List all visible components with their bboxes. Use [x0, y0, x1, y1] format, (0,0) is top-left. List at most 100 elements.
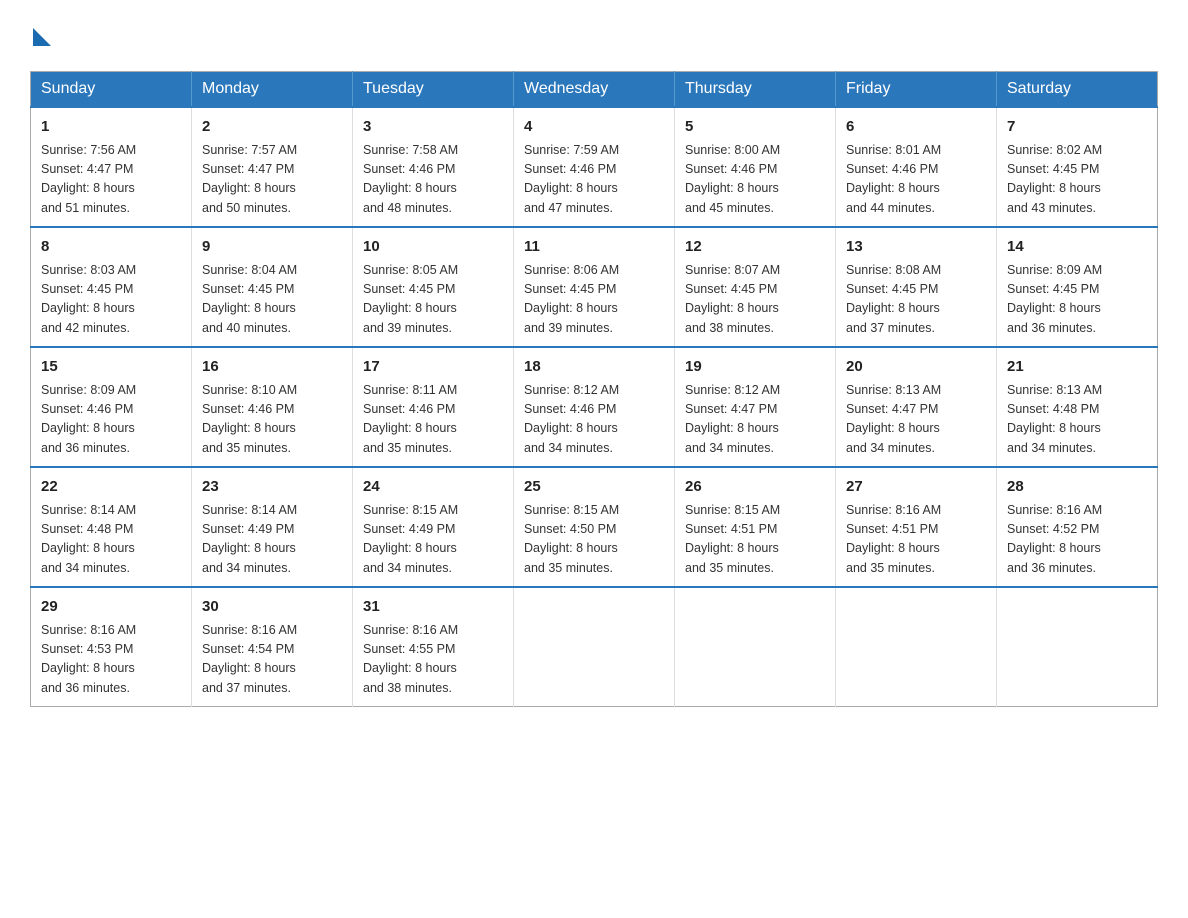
- day-info: Sunrise: 8:15 AM Sunset: 4:50 PM Dayligh…: [524, 501, 664, 579]
- day-number: 8: [41, 236, 181, 259]
- day-info: Sunrise: 8:02 AM Sunset: 4:45 PM Dayligh…: [1007, 141, 1147, 219]
- day-info: Sunrise: 8:01 AM Sunset: 4:46 PM Dayligh…: [846, 141, 986, 219]
- day-number: 16: [202, 356, 342, 379]
- day-info: Sunrise: 8:10 AM Sunset: 4:46 PM Dayligh…: [202, 381, 342, 459]
- day-number: 18: [524, 356, 664, 379]
- day-info: Sunrise: 7:56 AM Sunset: 4:47 PM Dayligh…: [41, 141, 181, 219]
- calendar-cell: 17Sunrise: 8:11 AM Sunset: 4:46 PM Dayli…: [353, 347, 514, 467]
- calendar-header-row: SundayMondayTuesdayWednesdayThursdayFrid…: [31, 72, 1158, 108]
- calendar-cell: 30Sunrise: 8:16 AM Sunset: 4:54 PM Dayli…: [192, 587, 353, 707]
- day-number: 17: [363, 356, 503, 379]
- calendar-cell: [836, 587, 997, 707]
- day-info: Sunrise: 8:03 AM Sunset: 4:45 PM Dayligh…: [41, 261, 181, 339]
- calendar-cell: 7Sunrise: 8:02 AM Sunset: 4:45 PM Daylig…: [997, 107, 1158, 227]
- calendar-cell: 14Sunrise: 8:09 AM Sunset: 4:45 PM Dayli…: [997, 227, 1158, 347]
- calendar-cell: 2Sunrise: 7:57 AM Sunset: 4:47 PM Daylig…: [192, 107, 353, 227]
- day-info: Sunrise: 8:15 AM Sunset: 4:51 PM Dayligh…: [685, 501, 825, 579]
- calendar-cell: 27Sunrise: 8:16 AM Sunset: 4:51 PM Dayli…: [836, 467, 997, 587]
- day-info: Sunrise: 8:14 AM Sunset: 4:48 PM Dayligh…: [41, 501, 181, 579]
- day-info: Sunrise: 8:09 AM Sunset: 4:46 PM Dayligh…: [41, 381, 181, 459]
- day-info: Sunrise: 8:16 AM Sunset: 4:55 PM Dayligh…: [363, 621, 503, 699]
- calendar-cell: 8Sunrise: 8:03 AM Sunset: 4:45 PM Daylig…: [31, 227, 192, 347]
- day-number: 31: [363, 596, 503, 619]
- day-number: 3: [363, 116, 503, 139]
- day-info: Sunrise: 8:14 AM Sunset: 4:49 PM Dayligh…: [202, 501, 342, 579]
- day-number: 27: [846, 476, 986, 499]
- calendar-cell: 31Sunrise: 8:16 AM Sunset: 4:55 PM Dayli…: [353, 587, 514, 707]
- day-info: Sunrise: 8:16 AM Sunset: 4:52 PM Dayligh…: [1007, 501, 1147, 579]
- day-number: 29: [41, 596, 181, 619]
- weekday-header-thursday: Thursday: [675, 72, 836, 108]
- calendar-cell: 29Sunrise: 8:16 AM Sunset: 4:53 PM Dayli…: [31, 587, 192, 707]
- calendar-cell: 25Sunrise: 8:15 AM Sunset: 4:50 PM Dayli…: [514, 467, 675, 587]
- day-number: 28: [1007, 476, 1147, 499]
- day-number: 10: [363, 236, 503, 259]
- day-info: Sunrise: 8:00 AM Sunset: 4:46 PM Dayligh…: [685, 141, 825, 219]
- calendar-table: SundayMondayTuesdayWednesdayThursdayFrid…: [30, 71, 1158, 707]
- weekday-header-saturday: Saturday: [997, 72, 1158, 108]
- day-number: 13: [846, 236, 986, 259]
- day-info: Sunrise: 8:06 AM Sunset: 4:45 PM Dayligh…: [524, 261, 664, 339]
- day-number: 5: [685, 116, 825, 139]
- day-number: 4: [524, 116, 664, 139]
- calendar-cell: 13Sunrise: 8:08 AM Sunset: 4:45 PM Dayli…: [836, 227, 997, 347]
- day-info: Sunrise: 8:12 AM Sunset: 4:47 PM Dayligh…: [685, 381, 825, 459]
- calendar-cell: 20Sunrise: 8:13 AM Sunset: 4:47 PM Dayli…: [836, 347, 997, 467]
- day-info: Sunrise: 8:11 AM Sunset: 4:46 PM Dayligh…: [363, 381, 503, 459]
- day-number: 1: [41, 116, 181, 139]
- day-number: 25: [524, 476, 664, 499]
- calendar-cell: 12Sunrise: 8:07 AM Sunset: 4:45 PM Dayli…: [675, 227, 836, 347]
- calendar-cell: 26Sunrise: 8:15 AM Sunset: 4:51 PM Dayli…: [675, 467, 836, 587]
- day-number: 26: [685, 476, 825, 499]
- day-info: Sunrise: 8:04 AM Sunset: 4:45 PM Dayligh…: [202, 261, 342, 339]
- day-number: 21: [1007, 356, 1147, 379]
- calendar-cell: 21Sunrise: 8:13 AM Sunset: 4:48 PM Dayli…: [997, 347, 1158, 467]
- day-number: 19: [685, 356, 825, 379]
- day-info: Sunrise: 8:08 AM Sunset: 4:45 PM Dayligh…: [846, 261, 986, 339]
- calendar-cell: 10Sunrise: 8:05 AM Sunset: 4:45 PM Dayli…: [353, 227, 514, 347]
- day-info: Sunrise: 7:59 AM Sunset: 4:46 PM Dayligh…: [524, 141, 664, 219]
- day-info: Sunrise: 8:13 AM Sunset: 4:48 PM Dayligh…: [1007, 381, 1147, 459]
- calendar-week-row: 15Sunrise: 8:09 AM Sunset: 4:46 PM Dayli…: [31, 347, 1158, 467]
- calendar-cell: 16Sunrise: 8:10 AM Sunset: 4:46 PM Dayli…: [192, 347, 353, 467]
- calendar-cell: 24Sunrise: 8:15 AM Sunset: 4:49 PM Dayli…: [353, 467, 514, 587]
- calendar-cell: 28Sunrise: 8:16 AM Sunset: 4:52 PM Dayli…: [997, 467, 1158, 587]
- day-info: Sunrise: 8:09 AM Sunset: 4:45 PM Dayligh…: [1007, 261, 1147, 339]
- calendar-cell: 18Sunrise: 8:12 AM Sunset: 4:46 PM Dayli…: [514, 347, 675, 467]
- weekday-header-friday: Friday: [836, 72, 997, 108]
- calendar-cell: 4Sunrise: 7:59 AM Sunset: 4:46 PM Daylig…: [514, 107, 675, 227]
- day-number: 7: [1007, 116, 1147, 139]
- day-info: Sunrise: 8:15 AM Sunset: 4:49 PM Dayligh…: [363, 501, 503, 579]
- day-info: Sunrise: 8:12 AM Sunset: 4:46 PM Dayligh…: [524, 381, 664, 459]
- logo: [30, 20, 51, 51]
- calendar-cell: 3Sunrise: 7:58 AM Sunset: 4:46 PM Daylig…: [353, 107, 514, 227]
- calendar-week-row: 8Sunrise: 8:03 AM Sunset: 4:45 PM Daylig…: [31, 227, 1158, 347]
- calendar-week-row: 22Sunrise: 8:14 AM Sunset: 4:48 PM Dayli…: [31, 467, 1158, 587]
- calendar-cell: 19Sunrise: 8:12 AM Sunset: 4:47 PM Dayli…: [675, 347, 836, 467]
- day-info: Sunrise: 8:16 AM Sunset: 4:51 PM Dayligh…: [846, 501, 986, 579]
- day-number: 22: [41, 476, 181, 499]
- day-number: 23: [202, 476, 342, 499]
- day-info: Sunrise: 8:16 AM Sunset: 4:53 PM Dayligh…: [41, 621, 181, 699]
- calendar-cell: 11Sunrise: 8:06 AM Sunset: 4:45 PM Dayli…: [514, 227, 675, 347]
- weekday-header-monday: Monday: [192, 72, 353, 108]
- calendar-week-row: 29Sunrise: 8:16 AM Sunset: 4:53 PM Dayli…: [31, 587, 1158, 707]
- calendar-cell: [514, 587, 675, 707]
- day-number: 9: [202, 236, 342, 259]
- calendar-cell: 22Sunrise: 8:14 AM Sunset: 4:48 PM Dayli…: [31, 467, 192, 587]
- day-info: Sunrise: 8:13 AM Sunset: 4:47 PM Dayligh…: [846, 381, 986, 459]
- day-number: 20: [846, 356, 986, 379]
- day-number: 30: [202, 596, 342, 619]
- day-info: Sunrise: 8:05 AM Sunset: 4:45 PM Dayligh…: [363, 261, 503, 339]
- weekday-header-sunday: Sunday: [31, 72, 192, 108]
- day-number: 24: [363, 476, 503, 499]
- calendar-cell: 9Sunrise: 8:04 AM Sunset: 4:45 PM Daylig…: [192, 227, 353, 347]
- calendar-cell: [675, 587, 836, 707]
- day-info: Sunrise: 8:07 AM Sunset: 4:45 PM Dayligh…: [685, 261, 825, 339]
- calendar-week-row: 1Sunrise: 7:56 AM Sunset: 4:47 PM Daylig…: [31, 107, 1158, 227]
- calendar-cell: 5Sunrise: 8:00 AM Sunset: 4:46 PM Daylig…: [675, 107, 836, 227]
- day-info: Sunrise: 7:57 AM Sunset: 4:47 PM Dayligh…: [202, 141, 342, 219]
- day-number: 2: [202, 116, 342, 139]
- day-info: Sunrise: 7:58 AM Sunset: 4:46 PM Dayligh…: [363, 141, 503, 219]
- calendar-cell: 6Sunrise: 8:01 AM Sunset: 4:46 PM Daylig…: [836, 107, 997, 227]
